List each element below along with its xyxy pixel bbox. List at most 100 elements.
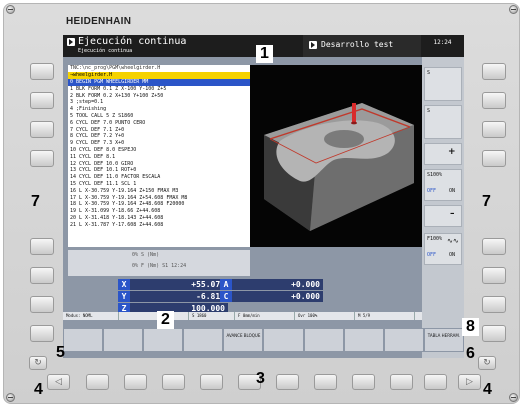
- callout-2: 2: [157, 311, 174, 329]
- machine-status-bar: Modus: NOML S 1860 F 0mm/min Ovr 100% M …: [63, 312, 422, 320]
- secondary-mode-header: Desarrollo test: [303, 35, 421, 57]
- left-softkey[interactable]: [30, 63, 54, 80]
- softkey-3[interactable]: [143, 328, 184, 352]
- right-softkey[interactable]: [482, 92, 506, 109]
- screw-icon: [509, 393, 518, 402]
- program-line[interactable]: 21 L X-31.787 Y-17.608 Z+44.608: [68, 222, 250, 229]
- right-softkey[interactable]: [482, 238, 506, 255]
- program-line[interactable]: 9 CYCL DEF 7.3 X+0: [68, 140, 250, 147]
- right-softkey[interactable]: [482, 63, 506, 80]
- program-line[interactable]: 20 L X-31.418 Y-18.143 Z+44.608: [68, 215, 250, 222]
- program-line[interactable]: 11 CYCL DEF 8.1: [68, 154, 250, 161]
- program-line[interactable]: 19 L X-31.099 Y-18.66 Z+44.608: [68, 208, 250, 215]
- left-softkey[interactable]: [30, 150, 54, 167]
- program-line[interactable]: 5 TOOL CALL 5 Z S1860: [68, 113, 250, 120]
- callout-3: 3: [256, 370, 265, 387]
- screw-icon: [6, 5, 15, 14]
- bottom-softkey[interactable]: [314, 374, 337, 390]
- left-softkey[interactable]: [30, 121, 54, 138]
- left-softkey[interactable]: [30, 92, 54, 109]
- program-line[interactable]: 7 CYCL DEF 7.1 Z+0: [68, 127, 250, 134]
- status-blank: [119, 312, 189, 320]
- softkey-9[interactable]: [383, 328, 424, 352]
- program-line[interactable]: 2 BLK FORM 0.2 X+130 Y+100 Z+50: [68, 93, 250, 100]
- axis-label: Y: [118, 291, 130, 302]
- bottom-softkey[interactable]: [276, 374, 299, 390]
- right-softkey[interactable]: [482, 325, 506, 342]
- program-line[interactable]: 4 ;Finishing: [68, 106, 250, 113]
- right-softkey[interactable]: [482, 296, 506, 313]
- status-row-1: 0% S (Nm): [132, 252, 160, 258]
- axis-label: A: [220, 279, 232, 290]
- program-line[interactable]: 15 CYCL DEF 11.1 SCL 1: [68, 181, 250, 188]
- left-softkey[interactable]: [30, 267, 54, 284]
- off-label: OFF: [427, 188, 437, 194]
- mode-switch-button[interactable]: ↻: [478, 356, 496, 370]
- softkey-4[interactable]: [183, 328, 224, 352]
- program-line[interactable]: 1 BLK FORM 0.1 Z X-100 Y-100 Z+5: [68, 86, 250, 93]
- status-feed: F 0mm/min: [235, 312, 295, 320]
- tool-indicator: S: [424, 105, 462, 139]
- feed-override: F100% ∿∿ OFF ON: [424, 233, 462, 265]
- on-label: ON: [449, 188, 456, 194]
- bottom-softkey[interactable]: [424, 374, 447, 390]
- softkey-6[interactable]: [263, 328, 304, 352]
- mode-icon: [309, 41, 317, 49]
- axis-value: +0.000: [291, 280, 320, 289]
- mode-switch-button[interactable]: ↻: [29, 356, 47, 370]
- softkey-tool-table[interactable]: TABLA HERRAM.: [423, 328, 464, 352]
- brand-logo: HEIDENHAIN: [66, 16, 132, 27]
- softkey-2[interactable]: [103, 328, 144, 352]
- softkey-8[interactable]: [343, 328, 384, 352]
- program-path: TNC:\nc_prog\PGM\wheelgirder.H: [70, 65, 161, 71]
- bottom-softkey[interactable]: [200, 374, 223, 390]
- right-softkey[interactable]: [482, 121, 506, 138]
- softkey-block-scan[interactable]: AVANCE BLOQUE: [223, 328, 264, 352]
- screw-icon: [6, 393, 15, 402]
- cycle-icon: ↻: [483, 358, 491, 368]
- cnc-screen: Ejecución continua Ejecución continua De…: [63, 35, 464, 358]
- bottom-softkey[interactable]: [390, 374, 413, 390]
- secondary-mode-title: Desarrollo test: [321, 40, 394, 49]
- program-line[interactable]: 12 CYCL DEF 10.0 GIRO: [68, 161, 250, 168]
- program-line[interactable]: 14 CYCL DEF 11.0 FACTOR ESCALA: [68, 174, 250, 181]
- bottom-softkey[interactable]: [162, 374, 185, 390]
- bottom-softkey[interactable]: [86, 374, 109, 390]
- simulation-view: [250, 65, 422, 247]
- softkey-row-prev-button[interactable]: ◁: [47, 374, 70, 390]
- program-line[interactable]: 17 L X-30.759 Y-19.164 Z+54.608 FMAX M8: [68, 195, 250, 202]
- mode-icon: [67, 38, 75, 46]
- program-file: →wheelgirder.H: [68, 72, 250, 79]
- right-softkey[interactable]: [482, 150, 506, 167]
- program-line[interactable]: 8 CYCL DEF 7.2 Y+0: [68, 133, 250, 140]
- axis-label: C: [220, 291, 232, 302]
- program-line[interactable]: 0 BEGIN PGM WHEELGIRDER MM: [68, 79, 250, 86]
- softkey-1[interactable]: [63, 328, 104, 352]
- left-softkey[interactable]: [30, 296, 54, 313]
- right-softkey[interactable]: [482, 267, 506, 284]
- program-line[interactable]: 16 L X-30.759 Y-19.164 Z+150 FMAX M3: [68, 188, 250, 195]
- override-indicator: –: [424, 205, 462, 227]
- screw-icon: [509, 5, 518, 14]
- softkey-row-next-button[interactable]: ▷: [458, 374, 481, 390]
- axis-row-c: C +0.000: [220, 291, 323, 302]
- bottom-softkey[interactable]: [352, 374, 375, 390]
- program-line[interactable]: 6 CYCL DEF 7.0 PUNTO CERO: [68, 120, 250, 127]
- program-listing: TNC:\nc_prog\PGM\wheelgirder.H →wheelgir…: [68, 65, 250, 247]
- softkey-side-panel: S S + S100% OFF ON – F100% ∿∿ OFF ON: [422, 57, 464, 358]
- program-line[interactable]: 10 CYCL DEF 8.0 ESPEJO: [68, 147, 250, 154]
- program-line[interactable]: 18 L X-30.759 Y-19.164 Z+48.608 F20000: [68, 201, 250, 208]
- program-line[interactable]: 3 ;step=0.1: [68, 99, 250, 106]
- callout-4-left: 4: [34, 381, 43, 398]
- status-m-function: M 5/9: [355, 312, 415, 320]
- spindle-indicator: S: [424, 67, 462, 101]
- feed-override-label: F100%: [427, 236, 443, 242]
- override-indicator: +: [424, 143, 462, 165]
- minus-icon: –: [450, 209, 455, 219]
- left-softkey[interactable]: [30, 325, 54, 342]
- mode-title: Ejecución continua: [78, 36, 187, 47]
- bottom-softkey[interactable]: [124, 374, 147, 390]
- softkey-7[interactable]: [303, 328, 344, 352]
- left-softkey[interactable]: [30, 238, 54, 255]
- program-line[interactable]: 13 CYCL DEF 10.1 ROT+0: [68, 167, 250, 174]
